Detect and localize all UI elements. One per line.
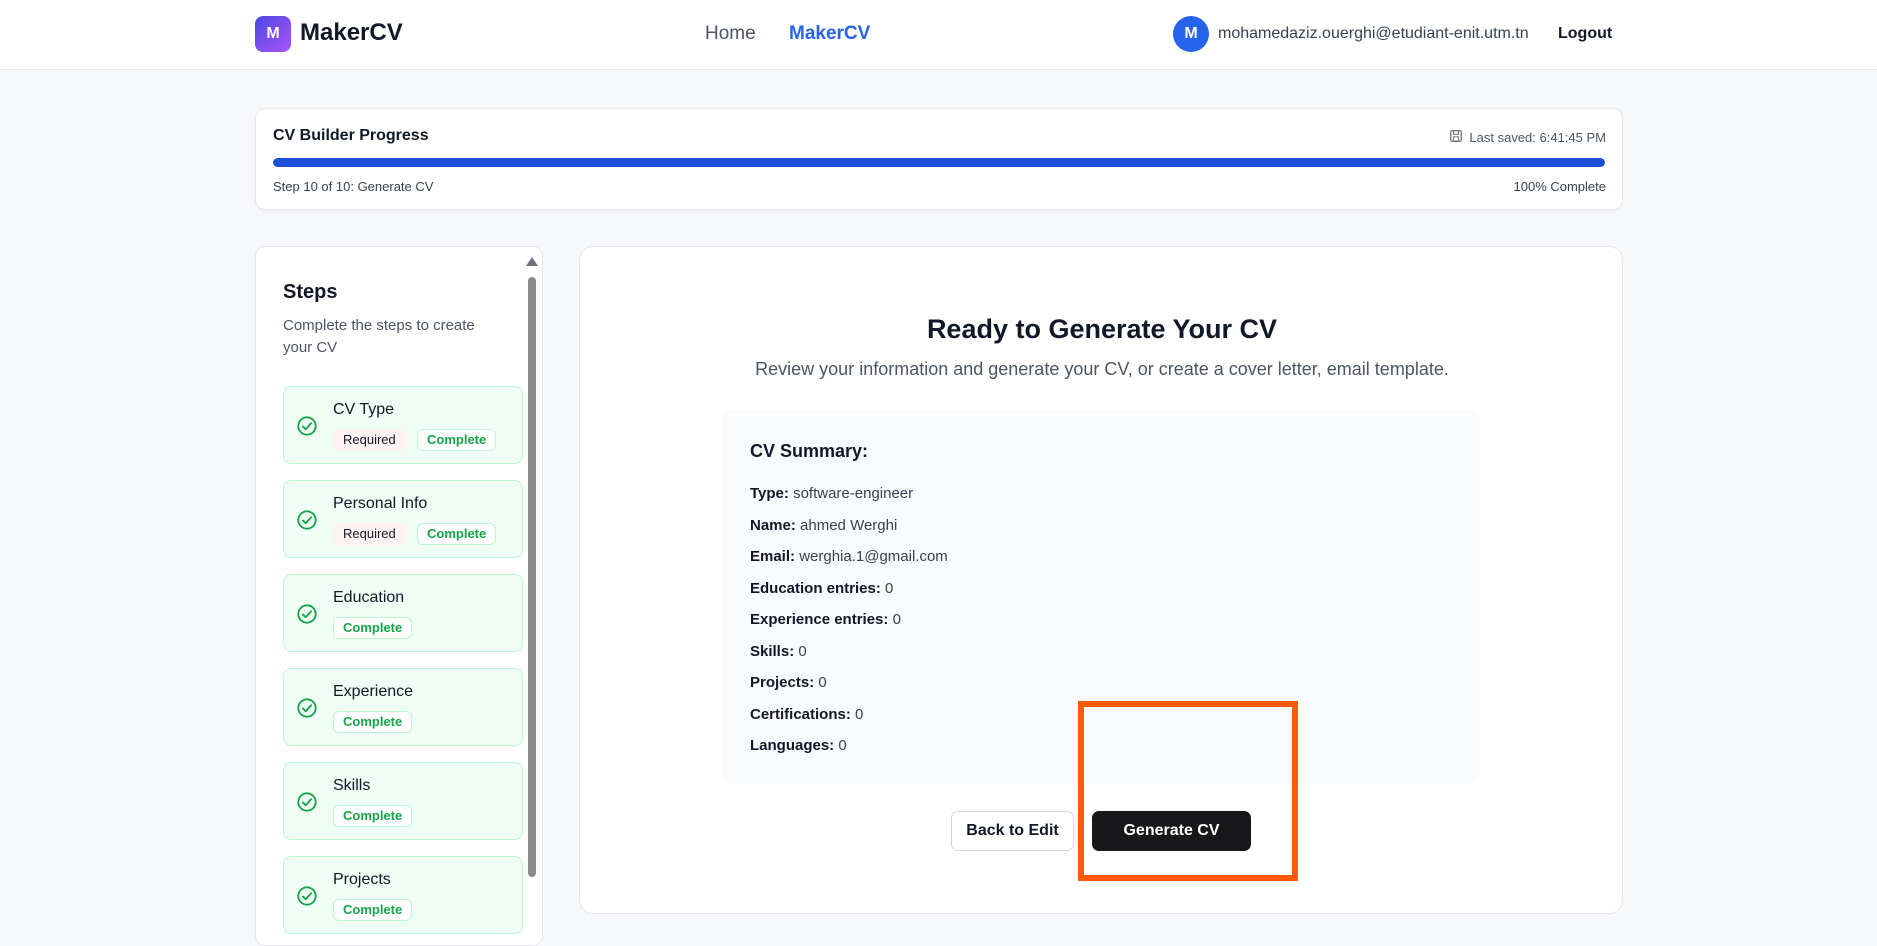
summary-value: 0 xyxy=(798,643,807,660)
summary-label: Certifications: xyxy=(750,706,851,723)
step-name: CV Type xyxy=(333,401,395,418)
check-circle-icon xyxy=(297,886,317,906)
steps-heading: Steps xyxy=(283,281,338,303)
summary-value: werghia.1@gmail.com xyxy=(799,548,948,565)
summary-label: Languages: xyxy=(750,737,835,754)
summary-label: Education entries: xyxy=(750,580,881,597)
generate-cv-button[interactable]: Generate CV xyxy=(1092,811,1251,851)
summary-value: 0 xyxy=(838,737,847,754)
summary-label: Email: xyxy=(750,548,796,565)
user-avatar[interactable]: M xyxy=(1173,16,1209,52)
required-badge: Required xyxy=(333,523,406,545)
step-name: Education xyxy=(333,589,405,606)
summary-row-experience: Experience entries: 0 xyxy=(750,611,901,628)
summary-row-languages: Languages: 0 xyxy=(750,737,847,754)
summary-value: software-engineer xyxy=(793,485,914,502)
summary-row-projects: Projects: 0 xyxy=(750,674,827,691)
complete-badge: Complete xyxy=(333,805,413,827)
summary-label: Skills: xyxy=(750,643,795,660)
check-circle-icon xyxy=(297,510,317,530)
summary-label: Projects: xyxy=(750,674,815,691)
summary-value: ahmed Werghi xyxy=(800,517,898,534)
user-email: mohamedaziz.ouerghi@etudiant-enit.utm.tn xyxy=(1218,25,1529,42)
step-name: Projects xyxy=(333,871,391,888)
nav-link-makercv[interactable]: MakerCV xyxy=(789,23,870,45)
summary-row-name: Name: ahmed Werghi xyxy=(750,517,897,534)
step-indicator: Step 10 of 10: Generate CV xyxy=(273,179,434,194)
progress-title: CV Builder Progress xyxy=(273,127,429,144)
complete-badge: Complete xyxy=(333,617,413,639)
last-saved-text: Last saved: 6:41:45 PM xyxy=(1469,130,1606,145)
required-badge: Required xyxy=(333,429,406,451)
check-circle-icon xyxy=(297,416,317,436)
summary-value: 0 xyxy=(885,580,894,597)
progress-bar-fill xyxy=(273,158,1605,167)
summary-value: 0 xyxy=(818,674,827,691)
progress-card: CV Builder Progress Last saved: 6:41:45 … xyxy=(255,108,1623,210)
check-circle-icon xyxy=(297,698,317,718)
summary-row-certifications: Certifications: 0 xyxy=(750,706,863,723)
cv-summary-box: CV Summary: Type: software-engineer Name… xyxy=(723,410,1480,784)
complete-badge: Complete xyxy=(417,523,497,545)
summary-heading: CV Summary: xyxy=(750,441,869,461)
step-item-skills[interactable]: Skills Complete xyxy=(283,762,523,840)
percent-complete: 100% Complete xyxy=(1513,179,1607,194)
summary-label: Name: xyxy=(750,517,796,534)
step-item-projects[interactable]: Projects Complete xyxy=(283,856,523,934)
step-item-experience[interactable]: Experience Complete xyxy=(283,668,523,746)
summary-value: 0 xyxy=(855,706,864,723)
complete-badge: Complete xyxy=(333,899,413,921)
summary-label: Experience entries: xyxy=(750,611,889,628)
top-navbar: M MakerCV Home MakerCV M mohamedaziz.oue… xyxy=(0,0,1877,70)
complete-badge: Complete xyxy=(417,429,497,451)
complete-badge: Complete xyxy=(333,711,413,733)
check-circle-icon xyxy=(297,792,317,812)
brand-name[interactable]: MakerCV xyxy=(300,19,403,47)
scroll-up-arrow-icon[interactable] xyxy=(526,257,538,266)
check-circle-icon xyxy=(297,604,317,624)
step-item-personal-info[interactable]: Personal Info Required Complete xyxy=(283,480,523,558)
summary-row-skills: Skills: 0 xyxy=(750,643,807,660)
summary-row-email: Email: werghia.1@gmail.com xyxy=(750,548,948,565)
steps-sidebar: Steps Complete the steps to create your … xyxy=(255,246,543,946)
step-name: Experience xyxy=(333,683,414,700)
step-name: Skills xyxy=(333,777,371,794)
page-subtitle: Review your information and generate you… xyxy=(755,359,1449,379)
save-icon xyxy=(1450,130,1462,142)
back-to-edit-button[interactable]: Back to Edit xyxy=(951,811,1074,851)
step-item-cv-type[interactable]: CV Type Required Complete xyxy=(283,386,523,464)
logout-button[interactable]: Logout xyxy=(1558,25,1612,43)
page-title: Ready to Generate Your CV xyxy=(926,314,1278,344)
step-item-education[interactable]: Education Complete xyxy=(283,574,523,652)
sidebar-scrollbar[interactable] xyxy=(528,277,536,877)
logo-icon[interactable]: M xyxy=(255,16,291,52)
summary-row-education: Education entries: 0 xyxy=(750,580,893,597)
steps-subtitle: Complete the steps to create your CV xyxy=(283,317,475,356)
summary-row-type: Type: software-engineer xyxy=(750,485,913,502)
summary-label: Type: xyxy=(750,485,789,502)
summary-value: 0 xyxy=(892,611,901,628)
nav-link-home[interactable]: Home xyxy=(705,23,756,45)
step-name: Personal Info xyxy=(333,495,428,512)
progress-bar xyxy=(273,158,1605,167)
generate-cv-panel: Ready to Generate Your CV Review your in… xyxy=(579,246,1623,914)
